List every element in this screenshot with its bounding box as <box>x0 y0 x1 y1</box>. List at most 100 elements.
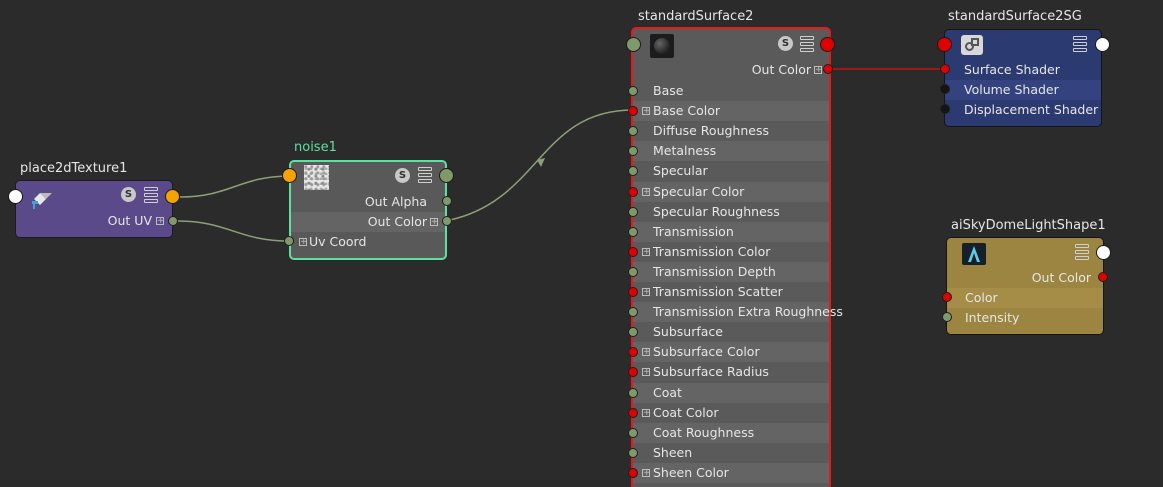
attr-row-transmission-scatter[interactable]: + Transmission Scatter <box>633 282 829 302</box>
node-place2dtexture[interactable]: S Out UV + <box>15 180 173 238</box>
attr-row-transmission-extra-roughness[interactable]: Transmission Extra Roughness <box>633 302 843 323</box>
expand-icon[interactable]: + <box>156 217 165 226</box>
attr-row-out-color[interactable]: Out Color + <box>633 60 829 80</box>
expand-icon[interactable]: + <box>642 408 651 417</box>
port-noise-input[interactable] <box>282 168 297 183</box>
attr-row-out-color[interactable]: Out Color <box>947 268 1103 288</box>
arnold-logo-icon <box>962 243 986 265</box>
attr-row-subsurface-color[interactable]: + Subsurface Color <box>633 342 829 363</box>
expand-icon[interactable]: + <box>642 368 651 377</box>
wire-noise-to-basecolor[interactable] <box>449 109 634 221</box>
port-surface-base[interactable] <box>628 86 638 96</box>
expand-icon[interactable]: + <box>642 348 651 357</box>
attr-row-diffuse-roughness[interactable]: Diffuse Roughness <box>633 121 829 142</box>
attr-row-out-color[interactable]: Out Color + <box>291 212 445 232</box>
port-surface-transmission-scatter[interactable] <box>628 287 638 297</box>
port-sg-displacement-shader[interactable] <box>940 104 950 114</box>
port-noise-output[interactable] <box>439 168 454 183</box>
attr-row-coat-roughness[interactable]: Coat Roughness <box>633 422 829 443</box>
attr-row-transmission-depth[interactable]: Transmission Depth <box>633 261 829 282</box>
expand-icon[interactable]: + <box>642 187 651 196</box>
attr-row-sheen[interactable]: Sheen <box>633 442 829 463</box>
attr-label-surface-shader: Surface Shader <box>964 62 1060 77</box>
port-surface-sheen[interactable] <box>628 447 638 458</box>
node-standard-surface[interactable]: S Out Color + Base + Base Color Diffuse Rou… <box>631 27 843 487</box>
node-title-shading-group: standardSurface2SG <box>948 9 1082 24</box>
port-surface-output[interactable] <box>820 37 835 52</box>
selection-s-badge[interactable]: S <box>395 168 410 183</box>
attr-row-subsurface-radius[interactable]: + Subsurface Radius <box>633 362 829 383</box>
wire-outuv-to-uvcoord[interactable] <box>177 220 290 242</box>
attr-label-uv-coord: Uv Coord <box>309 234 367 249</box>
port-surface-transmission[interactable] <box>628 226 638 237</box>
attribute-menu-icon[interactable] <box>418 167 432 183</box>
attr-row-coat[interactable]: Coat <box>633 382 829 403</box>
attr-row-out-alpha[interactable]: Out Alpha <box>291 192 445 212</box>
expand-icon[interactable]: + <box>430 218 439 227</box>
selection-s-badge[interactable]: S <box>121 187 136 202</box>
port-surface-coat[interactable] <box>628 387 638 398</box>
wire-place2d-to-noise[interactable] <box>179 175 291 198</box>
attr-row-specular[interactable]: Specular <box>633 161 829 182</box>
attr-row-specular-roughness[interactable]: Specular Roughness <box>633 201 829 222</box>
port-surface-out-color[interactable] <box>823 64 833 74</box>
expand-icon[interactable]: + <box>642 247 651 256</box>
port-sg-input[interactable] <box>937 37 952 52</box>
port-surface-transmission-depth[interactable] <box>628 266 638 277</box>
attr-label-out-alpha: Out Alpha <box>364 194 427 209</box>
port-skydome-color[interactable] <box>942 292 952 302</box>
attr-row-transmission-color[interactable]: + Transmission Color <box>633 241 829 262</box>
attr-row-volume-shader[interactable]: Volume Shader <box>945 80 1101 100</box>
attr-row-uv-coord[interactable]: + Uv Coord <box>291 232 445 252</box>
attr-row-metalness[interactable]: Metalness <box>633 141 829 162</box>
node-title-noise: noise1 <box>294 140 337 155</box>
port-sg-output[interactable] <box>1095 37 1110 52</box>
port-surface-input[interactable] <box>626 37 641 52</box>
port-noise-uv-coord[interactable] <box>284 236 294 246</box>
node-noise[interactable]: S Out Alpha Out Color + + Uv Coord <box>289 160 447 260</box>
attr-row-intensity[interactable]: Intensity <box>947 308 1103 328</box>
port-place2d-input[interactable] <box>8 189 23 204</box>
port-noise-out-color[interactable] <box>442 216 452 226</box>
expand-icon[interactable]: + <box>642 288 651 297</box>
attr-label-out-color: Out Color <box>367 214 427 229</box>
attr-row-color[interactable]: Color <box>947 288 1103 308</box>
attribute-menu-icon[interactable] <box>1075 244 1089 260</box>
port-skydome-out-color[interactable] <box>1098 272 1108 282</box>
attr-label-transmission-depth: Transmission Depth <box>653 263 776 279</box>
attr-label-coat-roughness: Coat Roughness <box>653 424 755 440</box>
port-skydome-output[interactable] <box>1096 245 1111 260</box>
node-skydome-light[interactable]: Out Color Color Intensity <box>946 237 1104 335</box>
port-sg-surface-shader[interactable] <box>940 64 950 74</box>
node-shading-group[interactable]: Surface Shader Volume Shader Displacemen… <box>944 29 1102 127</box>
attribute-menu-icon[interactable] <box>800 36 814 52</box>
attribute-menu-icon[interactable] <box>144 187 158 203</box>
attr-label-displacement-shader: Displacement Shader <box>964 102 1099 117</box>
expand-icon[interactable]: + <box>814 66 823 75</box>
port-place2d-out-uv[interactable] <box>168 216 178 226</box>
port-place2d-output[interactable] <box>165 189 180 204</box>
attr-row-subsurface[interactable]: Subsurface <box>633 322 829 343</box>
port-surface-coat-color[interactable] <box>628 407 638 418</box>
attr-row-base-color[interactable]: + Base Color <box>633 101 829 122</box>
attr-row-displacement-shader[interactable]: Displacement Shader <box>945 100 1101 120</box>
port-surface-specular-roughness[interactable] <box>628 206 638 217</box>
expand-icon[interactable]: + <box>642 107 651 116</box>
attr-row-out-uv[interactable]: Out UV + <box>16 211 172 231</box>
attr-row-coat-color[interactable]: + Coat Color <box>633 402 829 423</box>
expand-icon[interactable]: + <box>299 238 308 247</box>
attr-row-specular-color[interactable]: + Specular Color <box>633 181 829 202</box>
port-surface-transmission-color[interactable] <box>628 246 638 257</box>
port-surface-specular-color[interactable] <box>628 186 638 197</box>
port-sg-volume-shader[interactable] <box>940 84 950 94</box>
port-noise-out-alpha[interactable] <box>442 196 452 206</box>
attr-label-base: Base <box>653 83 684 98</box>
attr-row-transmission[interactable]: Transmission <box>633 221 829 242</box>
attr-row-surface-shader[interactable]: Surface Shader <box>945 60 1101 80</box>
attr-row-base[interactable]: Base <box>633 81 829 101</box>
port-skydome-intensity[interactable] <box>942 312 952 322</box>
port-surface-coat-roughness[interactable] <box>628 427 638 438</box>
selection-s-badge[interactable]: S <box>778 36 793 51</box>
attribute-menu-icon[interactable] <box>1073 36 1087 52</box>
attr-label-specular: Specular <box>653 163 708 179</box>
